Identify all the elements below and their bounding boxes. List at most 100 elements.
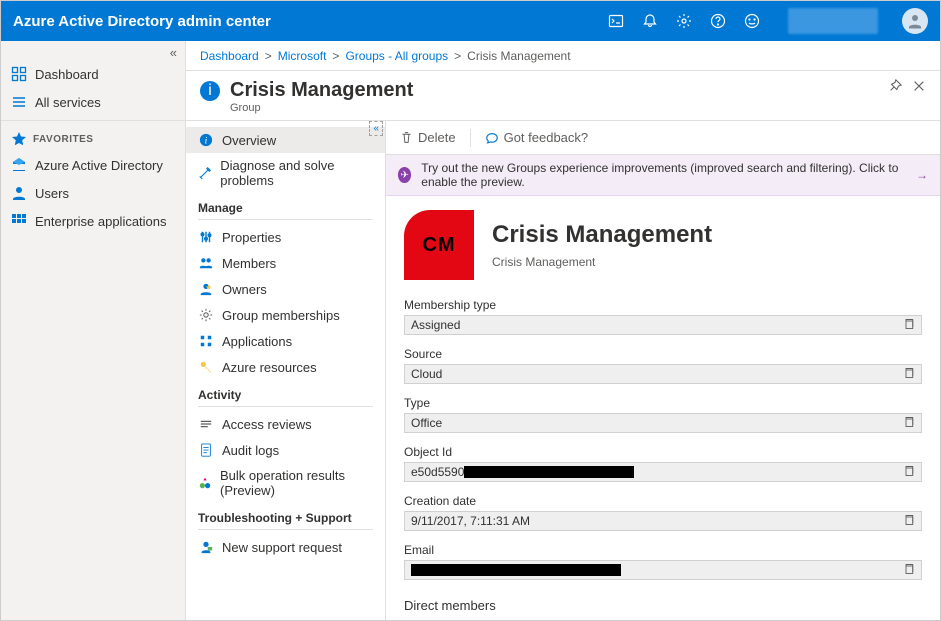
breadcrumb-dashboard[interactable]: Dashboard <box>200 49 259 63</box>
copy-icon[interactable] <box>903 563 915 578</box>
field-label: Membership type <box>404 298 922 312</box>
avatar[interactable] <box>902 8 928 34</box>
sidebar-collapse[interactable]: « <box>1 41 185 60</box>
diagnose-icon <box>198 165 212 181</box>
users-icon <box>11 185 27 201</box>
sidebar-item-dashboard[interactable]: Dashboard <box>1 60 185 88</box>
subnav-section: Troubleshooting + Support <box>186 503 385 529</box>
svg-text:i: i <box>205 136 208 147</box>
sidebar-item-users[interactable]: Users <box>1 179 185 207</box>
apps-icon <box>11 213 27 229</box>
breadcrumb-microsoft[interactable]: Microsoft <box>278 49 327 63</box>
field-value: e50d5590 <box>404 462 922 482</box>
overview-icon: i <box>198 132 214 148</box>
field-value <box>404 560 922 580</box>
field-value: 9/11/2017, 7:11:31 AM <box>404 511 922 531</box>
info-icon[interactable]: i <box>200 81 220 101</box>
rocket-icon: ✈ <box>398 167 411 183</box>
subnav-item-azure-resources[interactable]: Azure resources <box>186 354 385 380</box>
group-subtitle: Crisis Management <box>492 255 712 269</box>
group-tile: CM <box>404 210 474 280</box>
close-icon[interactable] <box>912 79 926 93</box>
subnav-item-group-memberships[interactable]: Group memberships <box>186 302 385 328</box>
subnav-item-audit-logs[interactable]: Audit logs <box>186 437 385 463</box>
page-title: Crisis Management <box>230 79 413 102</box>
field-object-id: Object Id e50d5590 <box>404 445 922 482</box>
arrow-right-icon: → <box>916 168 928 182</box>
breadcrumb: Dashboard>Microsoft>Groups - All groups>… <box>186 41 940 71</box>
breadcrumb-crisis-management: Crisis Management <box>467 49 570 63</box>
field-type: Type Office <box>404 396 922 433</box>
notifications-icon[interactable] <box>642 13 658 29</box>
aad-icon <box>11 157 27 173</box>
pin-icon[interactable] <box>888 79 902 93</box>
access-icon <box>198 416 214 432</box>
field-membership-type: Membership type Assigned <box>404 298 922 335</box>
copy-icon[interactable] <box>903 367 915 382</box>
redacted <box>411 564 621 576</box>
direct-members-heading: Direct members <box>404 598 922 613</box>
sidebar-item-azure-active-directory[interactable]: Azure Active Directory <box>1 151 185 179</box>
apps2-icon <box>198 333 214 349</box>
field-label: Source <box>404 347 922 361</box>
subnav-item-bulk-operation-results-preview-[interactable]: Bulk operation results (Preview) <box>186 463 385 503</box>
brand-title: Azure Active Directory admin center <box>13 13 608 30</box>
sidebar-item-enterprise-applications[interactable]: Enterprise applications <box>1 207 185 235</box>
field-label: Object Id <box>404 445 922 459</box>
toolbar: Delete Got feedback? <box>386 121 940 155</box>
members-icon <box>198 255 214 271</box>
feedback-button[interactable]: Got feedback? <box>485 130 589 145</box>
subnav-section: Activity <box>186 380 385 406</box>
favorites-label: FAVORITES <box>33 134 93 145</box>
feedback-icon[interactable] <box>744 13 760 29</box>
breadcrumb-groups---all-groups[interactable]: Groups - All groups <box>345 49 448 63</box>
dashboard-icon <box>11 66 27 82</box>
subnav-item-owners[interactable]: Owners <box>186 276 385 302</box>
owners-icon <box>198 281 214 297</box>
subnav-section: Manage <box>186 193 385 219</box>
subnav-item-new-support-request[interactable]: New support request <box>186 534 385 560</box>
delete-button[interactable]: Delete <box>400 130 456 145</box>
bulk-icon <box>198 475 212 491</box>
subnav-item-members[interactable]: Members <box>186 250 385 276</box>
left-sidebar: « DashboardAll services FAVORITES Azure … <box>1 41 186 620</box>
allservices-icon <box>11 94 27 110</box>
group-title: Crisis Management <box>492 221 712 249</box>
properties-icon <box>198 229 214 245</box>
star-icon <box>11 131 27 147</box>
subnav-item-overview[interactable]: iOverview <box>186 127 385 153</box>
field-creation-date: Creation date 9/11/2017, 7:11:31 AM <box>404 494 922 531</box>
field-label: Creation date <box>404 494 922 508</box>
field-email: Email <box>404 543 922 580</box>
subnav-item-applications[interactable]: Applications <box>186 328 385 354</box>
subnav-item-access-reviews[interactable]: Access reviews <box>186 411 385 437</box>
group-hero: CM Crisis Management Crisis Management <box>404 210 922 280</box>
field-label: Type <box>404 396 922 410</box>
redacted <box>464 466 634 478</box>
support-icon <box>198 539 214 555</box>
subnav-collapse[interactable]: « <box>369 121 383 136</box>
gear-icon <box>198 307 214 323</box>
topbar: Azure Active Directory admin center <box>1 1 940 41</box>
field-value: Assigned <box>404 315 922 335</box>
settings-icon[interactable] <box>676 13 692 29</box>
audit-icon <box>198 442 214 458</box>
copy-icon[interactable] <box>903 416 915 431</box>
copy-icon[interactable] <box>903 514 915 529</box>
subnav-item-diagnose-and-solve-problems[interactable]: Diagnose and solve problems <box>186 153 385 193</box>
key-icon <box>198 359 214 375</box>
subnav: « iOverviewDiagnose and solve problemsMa… <box>186 121 386 620</box>
field-value: Cloud <box>404 364 922 384</box>
account-region[interactable] <box>788 8 878 34</box>
blade-header: i Crisis Management Group <box>186 71 940 121</box>
field-label: Email <box>404 543 922 557</box>
preview-banner[interactable]: ✈ Try out the new Groups experience impr… <box>386 155 940 196</box>
copy-icon[interactable] <box>903 318 915 333</box>
cloudshell-icon[interactable] <box>608 13 624 29</box>
field-source: Source Cloud <box>404 347 922 384</box>
help-icon[interactable] <box>710 13 726 29</box>
sidebar-item-all-services[interactable]: All services <box>1 88 185 116</box>
copy-icon[interactable] <box>903 465 915 480</box>
subnav-item-properties[interactable]: Properties <box>186 224 385 250</box>
field-value: Office <box>404 413 922 433</box>
